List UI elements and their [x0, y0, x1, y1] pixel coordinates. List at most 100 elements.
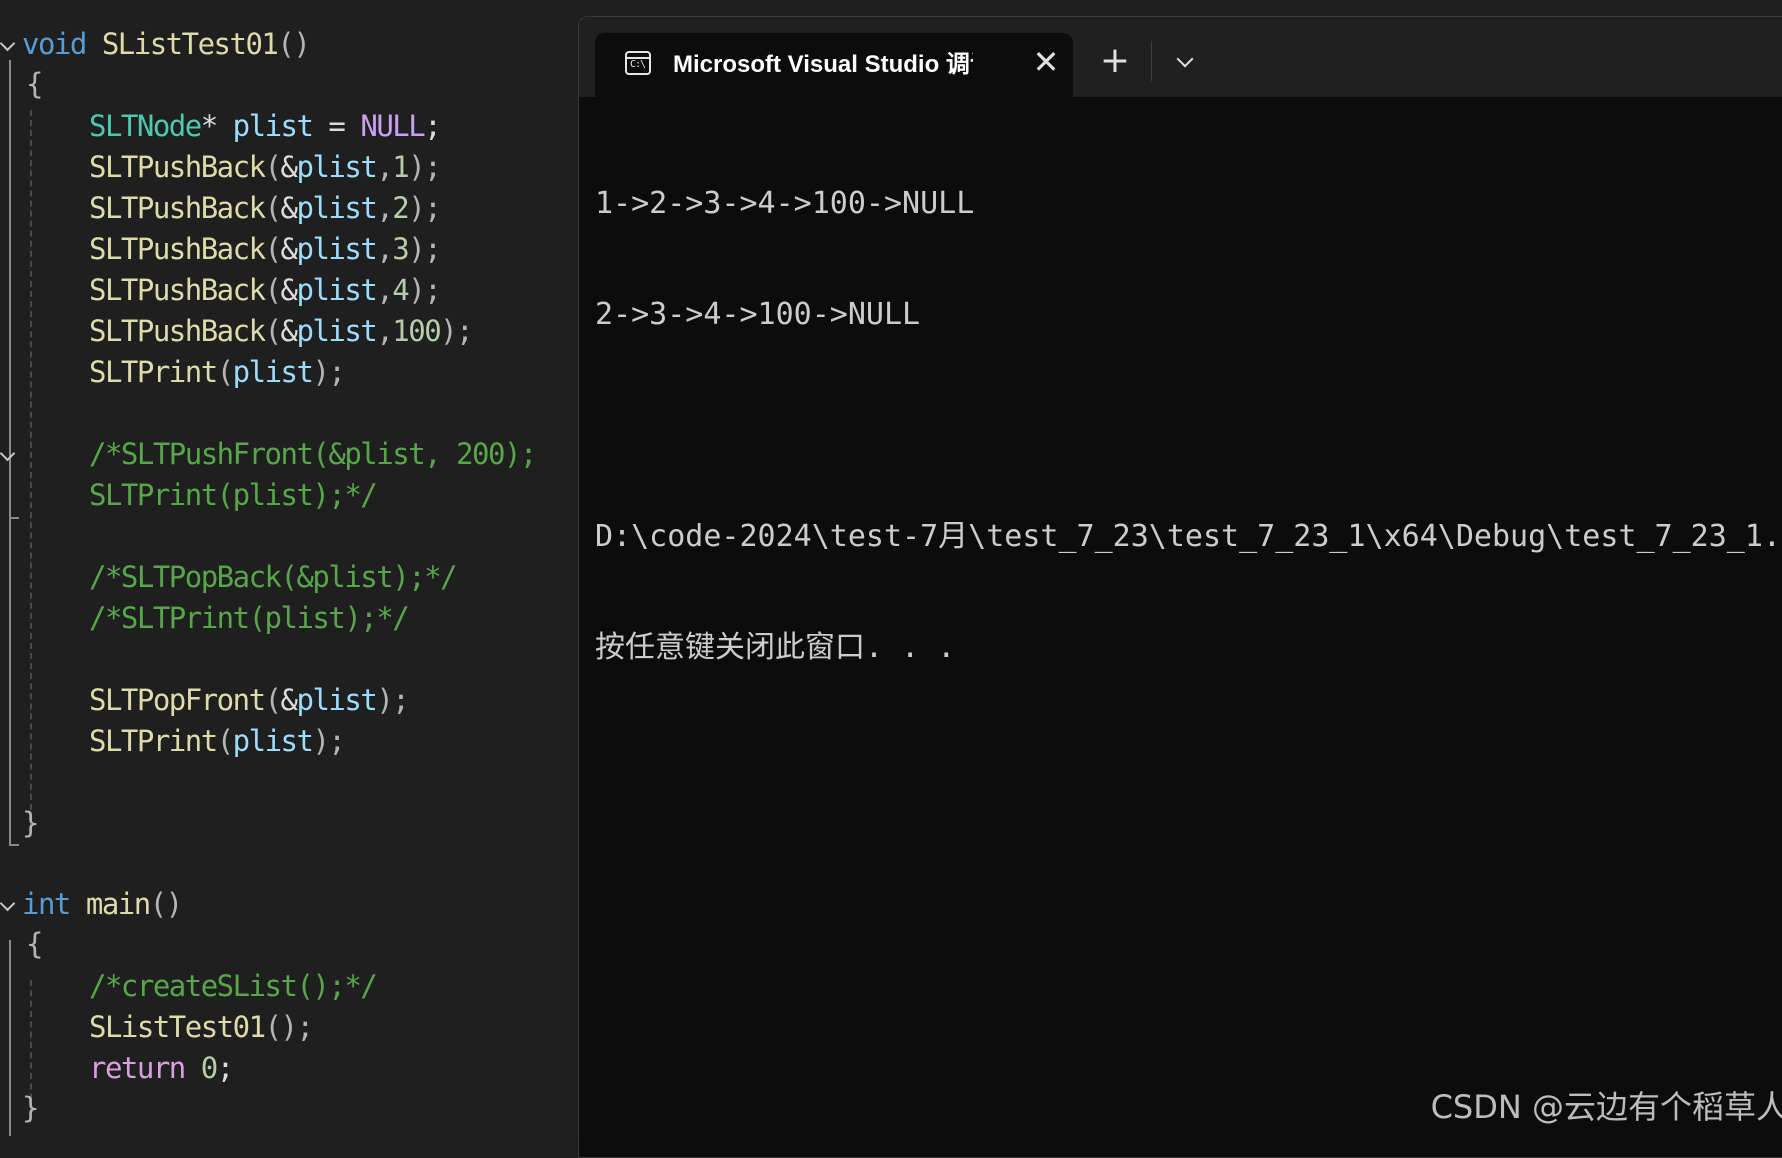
console-line: 1->2->3->4->100->NULL: [595, 186, 975, 221]
code-line-push[interactable]: SLTPushBack(&plist,100);: [89, 311, 474, 351]
comma: ,: [376, 314, 393, 348]
code-line-print[interactable]: SLTPrint(plist);: [89, 352, 346, 392]
punctuation: (): [277, 27, 310, 61]
paren: (: [264, 314, 282, 348]
console-line: 按任意键关闭此窗口. . .: [595, 630, 956, 665]
operator: =: [312, 109, 361, 143]
brace: {: [26, 67, 43, 101]
close-icon[interactable]: ✕: [1027, 43, 1065, 81]
paren: );: [376, 683, 409, 717]
brace: }: [22, 1091, 39, 1125]
chevron-down-icon[interactable]: [0, 895, 16, 912]
code-line-brace[interactable]: {: [26, 924, 43, 964]
null-macro: NULL: [360, 109, 425, 143]
function-call: SLTPrint: [89, 355, 218, 389]
operator: &: [280, 191, 298, 225]
function-call: SLTPushBack: [89, 273, 266, 307]
comma: ,: [376, 232, 393, 266]
variable: plist: [232, 355, 314, 389]
paren: (: [264, 150, 282, 184]
keyword: return: [89, 1051, 186, 1085]
code-line-comment[interactable]: /*SLTPushFront(&plist, 200);: [89, 434, 537, 474]
number: 3: [392, 232, 409, 266]
semicolon: ;: [424, 109, 441, 143]
scope-line: [9, 940, 11, 1136]
paren: );: [312, 355, 345, 389]
punctuation: (): [149, 887, 183, 921]
function-name: main: [85, 887, 151, 921]
code-line-decl[interactable]: SLTNode* plist = NULL;: [89, 106, 442, 146]
paren: );: [312, 724, 345, 758]
code-line-push[interactable]: SLTPushBack(&plist,1);: [89, 147, 442, 187]
number: 1: [392, 150, 409, 184]
variable: plist: [232, 109, 314, 143]
variable: plist: [296, 191, 378, 225]
code-line-brace[interactable]: }: [22, 1088, 39, 1128]
paren: );: [408, 232, 441, 266]
divider: [1151, 41, 1152, 81]
variable: plist: [296, 273, 378, 307]
chevron-down-icon[interactable]: [1165, 41, 1205, 81]
code-line-main-sig[interactable]: int main(): [22, 884, 183, 924]
operator: &: [280, 273, 298, 307]
terminal-window[interactable]: C:\ Microsoft Visual Studio 调试控制台 ✕ + 1-…: [578, 16, 1782, 1158]
code-line-comment[interactable]: /*SLTPopBack(&plist);*/: [89, 557, 458, 597]
code-line-func-sig[interactable]: void SListTest01(): [22, 24, 311, 64]
function-call: SLTPushBack: [89, 191, 266, 225]
number: 2: [392, 191, 409, 225]
indent-guide: [30, 110, 32, 830]
code-line-comment[interactable]: SLTPrint(plist);*/: [89, 475, 378, 515]
code-line-popfront[interactable]: SLTPopFront(&plist);: [89, 680, 410, 720]
paren: );: [440, 314, 473, 348]
keyword: void: [22, 27, 87, 61]
variable: plist: [296, 150, 378, 184]
variable: plist: [296, 683, 378, 717]
terminal-icon-text: C:\: [630, 59, 646, 70]
scope-end: [9, 844, 19, 846]
pointer-star: *: [200, 109, 218, 143]
semicolon: ;: [216, 1051, 234, 1085]
brace: {: [26, 927, 43, 961]
chevron-down-icon[interactable]: [0, 445, 16, 462]
code-line-return[interactable]: return 0;: [89, 1048, 234, 1088]
variable: plist: [232, 724, 314, 758]
paren: (: [264, 232, 282, 266]
comma: ,: [376, 150, 393, 184]
variable: plist: [296, 232, 378, 266]
paren: );: [408, 191, 441, 225]
plus-icon[interactable]: +: [1095, 41, 1135, 81]
code-line-print[interactable]: SLTPrint(plist);: [89, 721, 346, 761]
paren: (: [216, 724, 234, 758]
code-line-comment[interactable]: /*SLTPrint(plist);*/: [89, 598, 410, 638]
paren: (: [216, 355, 234, 389]
number: 100: [392, 314, 441, 348]
code-editor[interactable]: void SListTest01() { SLTNode* plist = NU…: [0, 0, 580, 1136]
brace: }: [22, 806, 39, 840]
chevron-down-icon[interactable]: [0, 35, 16, 52]
code-line-brace[interactable]: {: [26, 64, 43, 104]
operator: &: [280, 150, 298, 184]
punctuation: ();: [264, 1010, 314, 1044]
code-line-call[interactable]: SListTest01();: [89, 1007, 314, 1047]
console-output[interactable]: 1->2->3->4->100->NULL 2->3->4->100->NULL…: [595, 111, 1782, 740]
code-line-comment[interactable]: /*createSList();*/: [89, 966, 378, 1006]
code-line-push[interactable]: SLTPushBack(&plist,4);: [89, 270, 442, 310]
code-line-push[interactable]: SLTPushBack(&plist,3);: [89, 229, 442, 269]
console-line: 2->3->4->100->NULL: [595, 297, 921, 332]
terminal-icon: C:\: [625, 51, 651, 75]
function-call: SLTPrint: [89, 724, 218, 758]
code-line-push[interactable]: SLTPushBack(&plist,2);: [89, 188, 442, 228]
function-call: SLTPushBack: [89, 314, 266, 348]
comma: ,: [376, 273, 393, 307]
operator: &: [280, 683, 298, 717]
number: 4: [392, 273, 409, 307]
code-line-brace[interactable]: }: [22, 803, 39, 843]
watermark-text: CSDN @云边有个稻草人: [1430, 1088, 1782, 1126]
scope-end: [9, 517, 19, 519]
paren: (: [264, 191, 282, 225]
terminal-tab[interactable]: C:\ Microsoft Visual Studio 调试控制台 ✕: [595, 33, 1073, 97]
number: 0: [200, 1051, 218, 1085]
paren: (: [264, 683, 282, 717]
paren: (: [264, 273, 282, 307]
console-line: D:\code-2024\test-7月\test_7_23\test_7_23…: [595, 519, 1782, 554]
